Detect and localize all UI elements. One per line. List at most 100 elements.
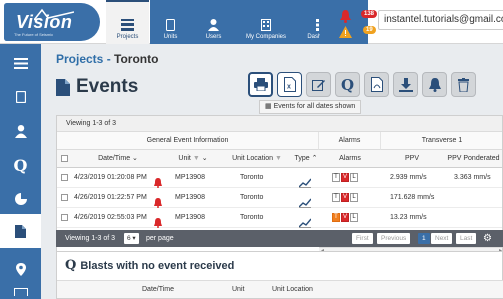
column-header-ppv[interactable]: PPV [381,150,443,168]
column-header-datetime[interactable]: Date/Time ⌄ [73,150,163,168]
grid-viewing-count: Viewing 1-3 of 3 [57,116,502,132]
pdf-file-icon [370,77,383,92]
table-row[interactable]: 4/26/2019 02:55:03 PM MP13908 Toronto TV… [57,208,502,228]
next-page-button[interactable]: Next [431,233,453,244]
device-icon [15,91,26,103]
alarm-flags: TVL [332,168,359,188]
cell-ppv: 171.628 mm/s [390,194,435,201]
select-all-checkbox[interactable] [61,155,68,162]
blasts-column-location[interactable]: Unit Location [272,281,313,299]
sidebar-item-search[interactable]: Q [0,148,41,182]
table-row[interactable]: 4/23/2019 01:20:08 PM MP13908 Toronto TV… [57,168,502,188]
sidebar-menu-toggle[interactable] [0,46,41,80]
group-header-alarms: Alarms [319,132,381,150]
search-button[interactable]: Q [335,72,360,97]
per-page-select[interactable]: 6 ▾ [124,233,139,244]
nav-units[interactable]: Units [149,0,192,44]
top-bar: Vision The Future of Seismic Projects Un… [0,0,503,44]
cell-location: Toronto [240,214,264,221]
sidebar-item-users[interactable] [0,114,41,148]
last-page-button[interactable]: Last [456,233,477,244]
cell-ppv-ponderated: 3.363 mm/s [454,174,491,181]
user-icon [208,19,219,31]
alarm-button[interactable] [422,72,447,97]
export-excel-button[interactable]: x [277,72,302,97]
user-account-menu[interactable]: instantel.tutorials@gmail.com ▾ [378,10,503,30]
projects-icon [121,19,134,31]
nav-projects[interactable]: Projects [106,0,149,44]
cell-unit: MP13908 [175,214,205,221]
download-button[interactable] [393,72,418,97]
sort-desc-icon: ⌄ [132,155,138,162]
bell-icon[interactable] [340,10,351,23]
edit-icon [311,79,325,91]
pagination-bar: Viewing 1-3 of 3 6 ▾ per page First Prev… [56,230,503,247]
current-page-button[interactable]: 1 [418,233,430,244]
row-checkbox[interactable] [61,214,68,221]
alarm-flags: TVL [332,208,359,228]
main-content: Projects - Toronto Events x Q ▦ Events f… [41,44,503,299]
download-icon [398,77,413,92]
monitor-icon [13,287,28,296]
calendar-icon: ▦ [265,103,272,110]
pie-chart-icon [14,192,28,205]
blasts-column-datetime[interactable]: Date/Time [142,281,174,299]
row-checkbox[interactable] [61,194,68,201]
sidebar-item-units[interactable] [0,80,41,114]
breadcrumb-projects-link[interactable]: Projects [56,52,103,66]
cell-ppv: 2.939 mm/s [390,174,427,181]
delete-button[interactable] [451,72,476,97]
units-icon [166,19,175,31]
cell-datetime: 4/26/2019 01:22:57 PM [74,194,147,201]
cell-location: Toronto [240,194,264,201]
warning-count-badge: 19 [363,26,376,34]
group-header-general: General Event Information [57,132,319,150]
table-row[interactable]: 4/26/2019 01:22:57 PM MP13908 Toronto TV… [57,188,502,208]
toolbar: x Q [248,72,476,97]
nav-my-companies[interactable]: My Companies [235,0,297,44]
trash-icon [458,77,469,92]
blasts-header-row: Date/Time Unit Unit Location [57,280,503,298]
column-header-location[interactable]: Unit Location ▼ [223,150,291,168]
bell-icon [428,77,441,92]
column-header-unit[interactable]: Unit ▼ ⌄ [163,150,223,168]
cell-unit: MP13908 [175,194,205,201]
printer-icon [253,78,268,91]
column-header-type[interactable]: Type ⌃ [291,150,321,168]
print-button[interactable] [248,72,273,97]
document-icon [15,224,26,238]
svg-text:x: x [287,84,291,91]
previous-page-button[interactable]: Previous [377,233,411,244]
pager-viewing-count: Viewing 1-3 of 3 [65,235,116,242]
settings-gear-icon[interactable]: ⚙ [483,230,492,247]
sidebar-item-more[interactable] [0,284,41,299]
warning-icon[interactable] [339,26,352,38]
main-nav: Projects Units Users My Companies Dashbo… [106,0,347,44]
sidebar-item-reports[interactable] [0,182,41,216]
export-pdf-button[interactable] [364,72,389,97]
page-title: Events [56,76,138,98]
blasts-column-unit[interactable]: Unit [232,281,244,299]
group-header-transverse: Transverse 1 [381,132,502,150]
cell-datetime: 4/26/2019 02:55:03 PM [74,214,147,221]
alerts-area[interactable] [320,0,368,44]
edit-button[interactable] [306,72,331,97]
first-page-button[interactable]: First [352,233,373,244]
sidebar: Q [0,44,41,299]
breadcrumb: Projects - Toronto [56,52,159,66]
sidebar-item-map[interactable] [0,252,41,286]
column-header-alarms[interactable]: Alarms [319,150,381,168]
blasts-panel: Q Blasts with no event received Date/Tim… [56,251,503,299]
row-checkbox[interactable] [61,174,68,181]
column-header-ppv-ponderated[interactable]: PPV Ponderated [443,150,502,168]
sort-icon: ⌄ [201,155,208,162]
date-filter-tooltip: ▦ Events for all dates shown [259,100,362,114]
user-icon [14,124,27,138]
nav-users[interactable]: Users [192,0,235,44]
cell-unit: MP13908 [175,174,205,181]
search-q-icon: Q [13,155,28,175]
sort-asc-icon: ⌃ [311,155,318,162]
per-page-label: per page [146,235,174,242]
sidebar-item-events[interactable] [0,214,41,248]
vision-logo[interactable]: Vision The Future of Seismic [4,3,100,41]
